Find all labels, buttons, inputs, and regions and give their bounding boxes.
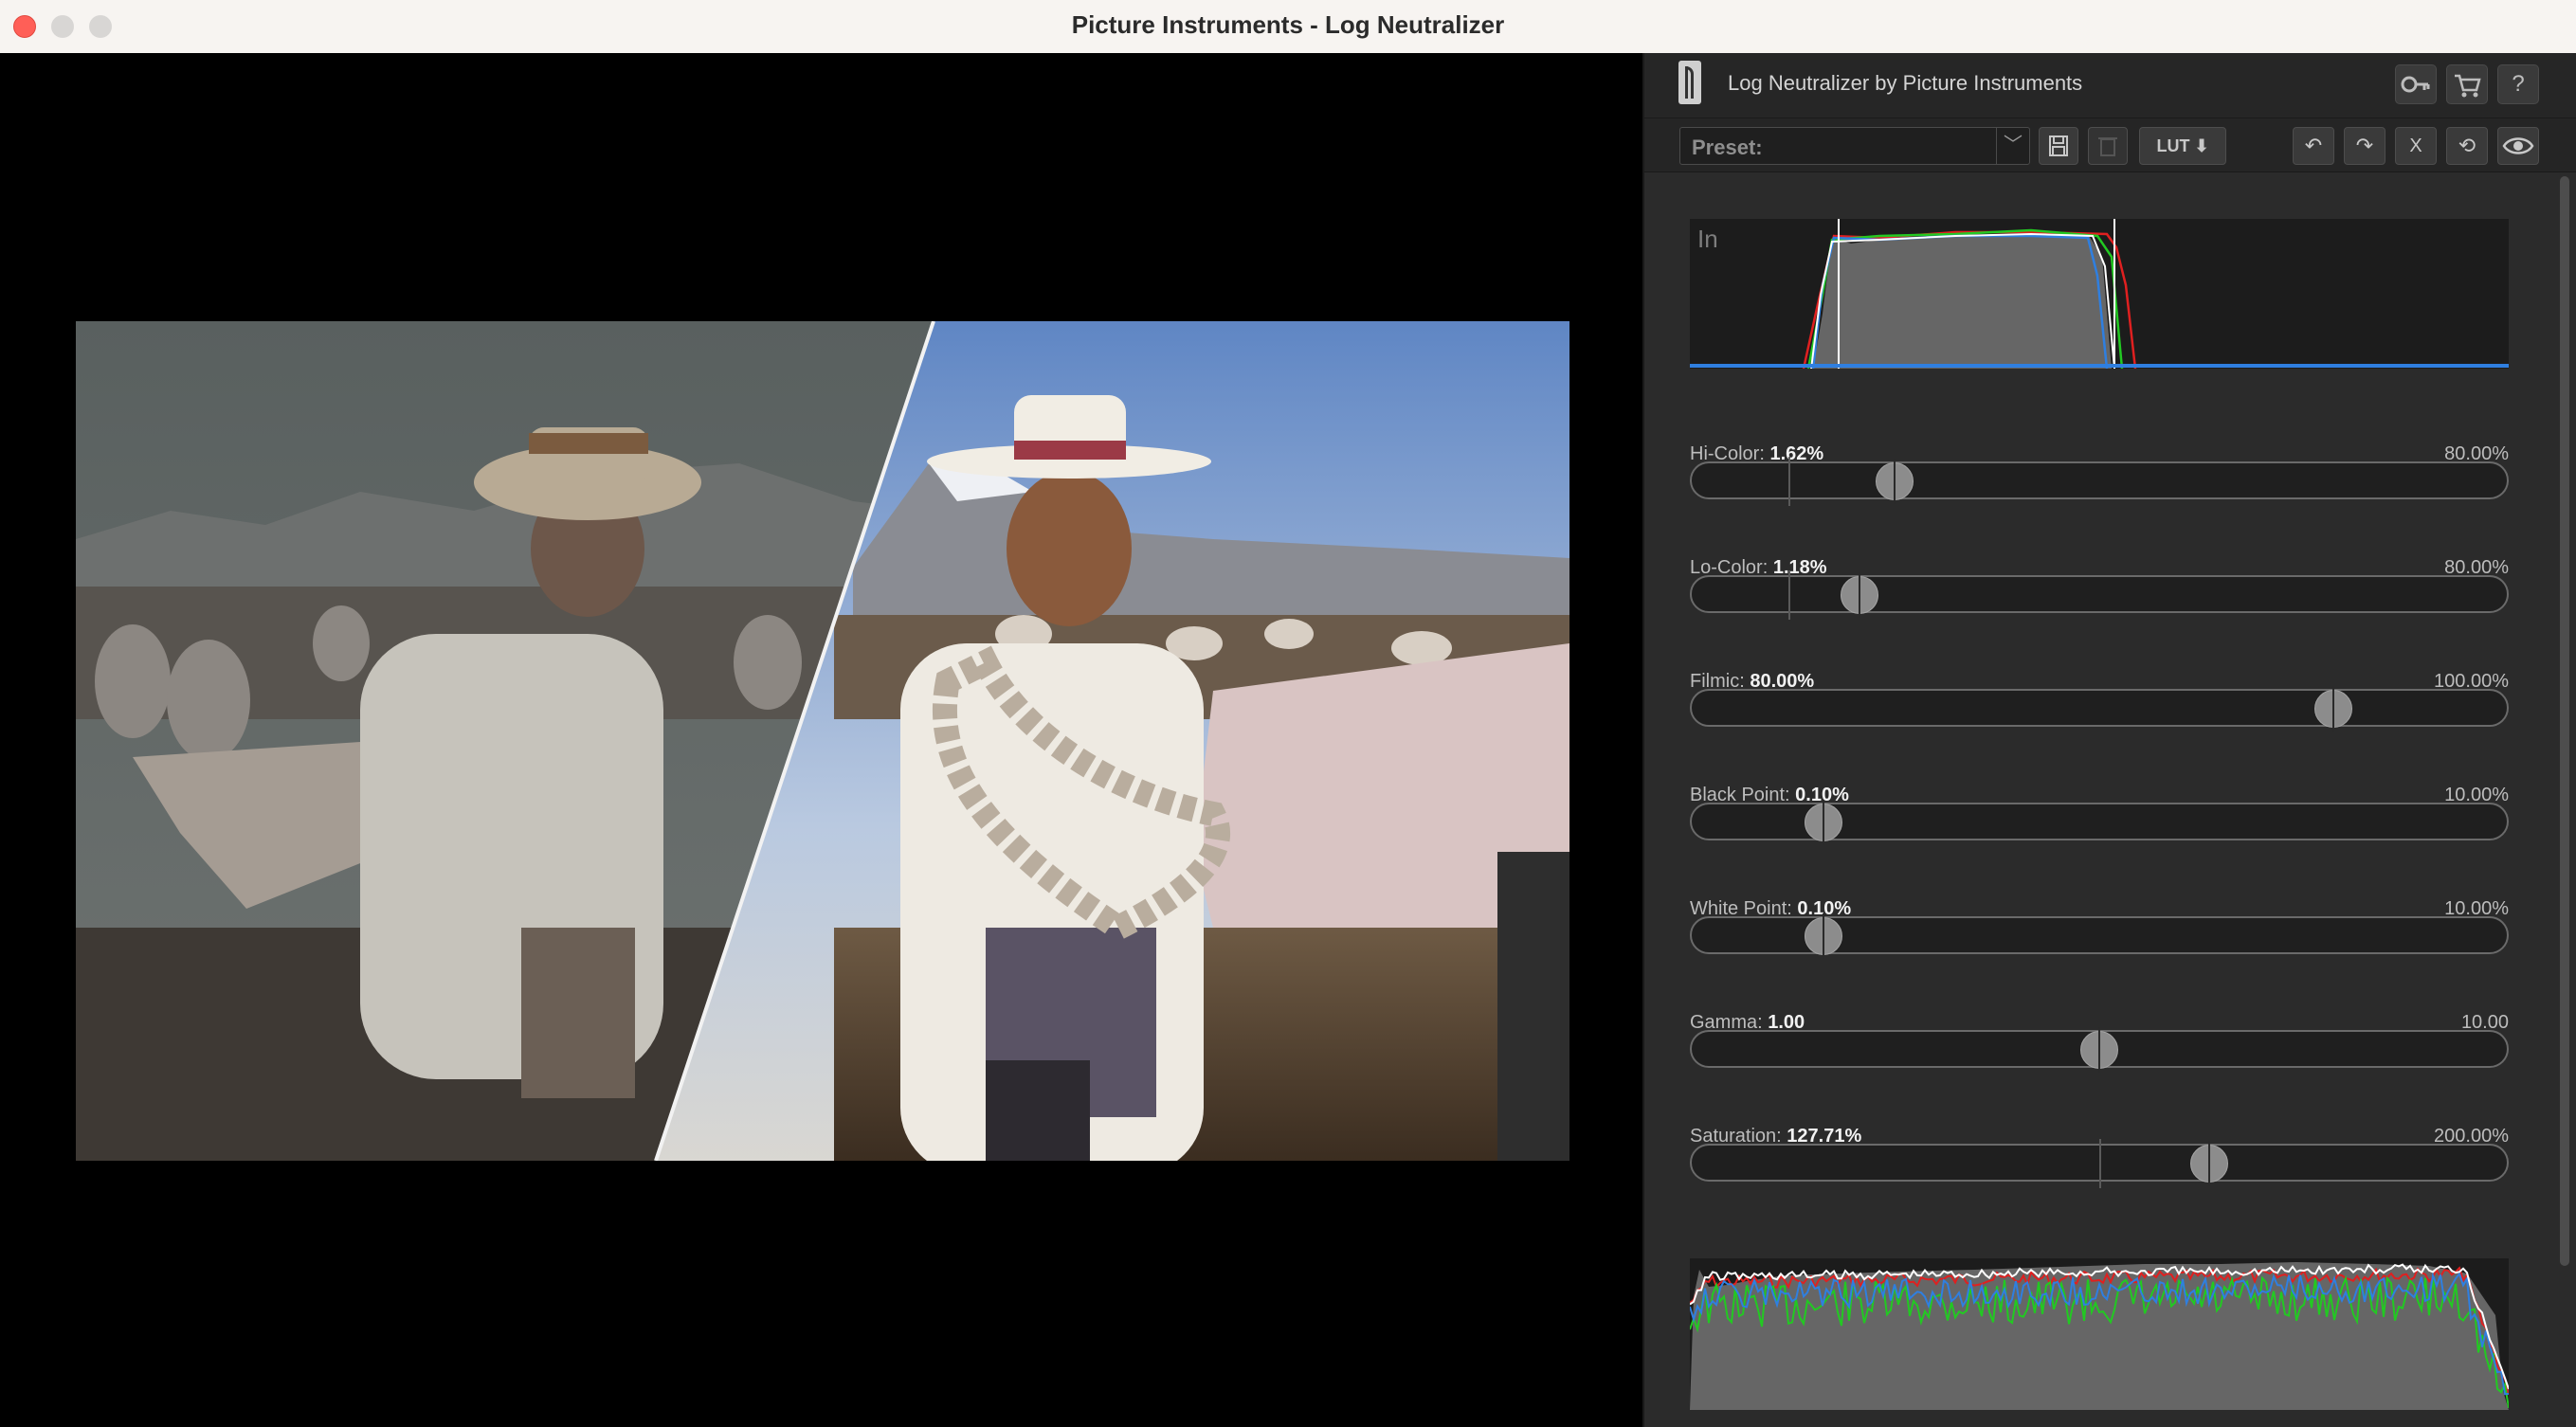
input-histogram[interactable]: In xyxy=(1690,219,2509,369)
key-icon xyxy=(2401,76,2430,93)
picture-instruments-logo-icon xyxy=(1678,61,1701,104)
eye-icon xyxy=(2502,137,2534,154)
delete-preset-button[interactable] xyxy=(2088,127,2128,165)
slider-saturation[interactable]: Saturation: 127.71% 200.00% xyxy=(1690,1126,2509,1201)
slider-white-point[interactable]: White Point: 0.10% 10.00% xyxy=(1690,898,2509,974)
slider-black-point[interactable]: Black Point: 0.10% 10.00% xyxy=(1690,785,2509,860)
slider-track[interactable] xyxy=(1690,461,2509,499)
slider-handle[interactable] xyxy=(2189,1141,2228,1186)
control-panel: Log Neutralizer by Picture Instruments ?… xyxy=(1642,53,2576,1427)
redo-button[interactable]: ↷ xyxy=(2344,127,2386,165)
slider-default-tick xyxy=(2099,1139,2101,1188)
help-icon: ? xyxy=(2512,71,2525,97)
redo-icon: ↷ xyxy=(2355,134,2374,157)
slider-gamma[interactable]: Gamma: 1.00 10.00 xyxy=(1690,1012,2509,1088)
slider-filmic[interactable]: Filmic: 80.00% 100.00% xyxy=(1690,671,2509,747)
slider-handle[interactable] xyxy=(1876,459,1914,504)
slider-handle[interactable] xyxy=(1840,572,1878,618)
reset-icon: ⟲ xyxy=(2458,134,2476,157)
save-icon xyxy=(2049,135,2068,156)
output-histogram[interactable] xyxy=(1690,1258,2509,1410)
license-key-button[interactable] xyxy=(2395,64,2437,104)
chevron-down-icon: ﹀ xyxy=(1996,128,2029,164)
panel-header: Log Neutralizer by Picture Instruments ? xyxy=(1644,53,2576,118)
undo-button[interactable]: ↶ xyxy=(2293,127,2334,165)
save-preset-button[interactable] xyxy=(2039,127,2078,165)
slider-handle[interactable] xyxy=(1804,913,1842,959)
trash-icon xyxy=(2098,137,2117,156)
slider-hi-color[interactable]: Hi-Color: 1.62% 80.00% xyxy=(1690,443,2509,519)
before-after-preview-image[interactable] xyxy=(76,321,1569,1161)
preview-toggle-button[interactable] xyxy=(2497,127,2539,165)
slider-default-tick xyxy=(1787,457,1790,506)
slider-lo-color[interactable]: Lo-Color: 1.18% 80.00% xyxy=(1690,557,2509,633)
slider-handle[interactable] xyxy=(2080,1027,2118,1073)
slider-handle[interactable] xyxy=(1804,800,1842,845)
preview-area xyxy=(0,53,1642,1427)
preset-toolbar: Preset: ﹀ LUT ⬇ ↶ ↷ X ⟲ xyxy=(1644,118,2576,172)
export-lut-button[interactable]: LUT ⬇ xyxy=(2139,127,2226,165)
shop-cart-button[interactable] xyxy=(2446,64,2488,104)
clear-button[interactable]: X xyxy=(2395,127,2437,165)
slider-track[interactable] xyxy=(1690,689,2509,727)
preset-label: Preset: xyxy=(1692,135,1763,159)
window-title: Picture Instruments - Log Neutralizer xyxy=(1071,10,1505,39)
preset-dropdown[interactable]: Preset: ﹀ xyxy=(1679,127,2030,165)
undo-icon: ↶ xyxy=(2304,134,2323,157)
panel-scrollbar[interactable] xyxy=(2560,176,2569,1266)
cart-icon xyxy=(2455,74,2481,98)
slider-handle[interactable] xyxy=(2314,686,2353,732)
slider-track[interactable] xyxy=(1690,575,2509,613)
reset-button[interactable]: ⟲ xyxy=(2446,127,2488,165)
window-titlebar: Picture Instruments - Log Neutralizer xyxy=(0,0,2576,54)
help-button[interactable]: ? xyxy=(2497,64,2539,104)
slider-default-tick xyxy=(1787,570,1790,620)
plugin-title: Log Neutralizer by Picture Instruments xyxy=(1728,71,2083,95)
